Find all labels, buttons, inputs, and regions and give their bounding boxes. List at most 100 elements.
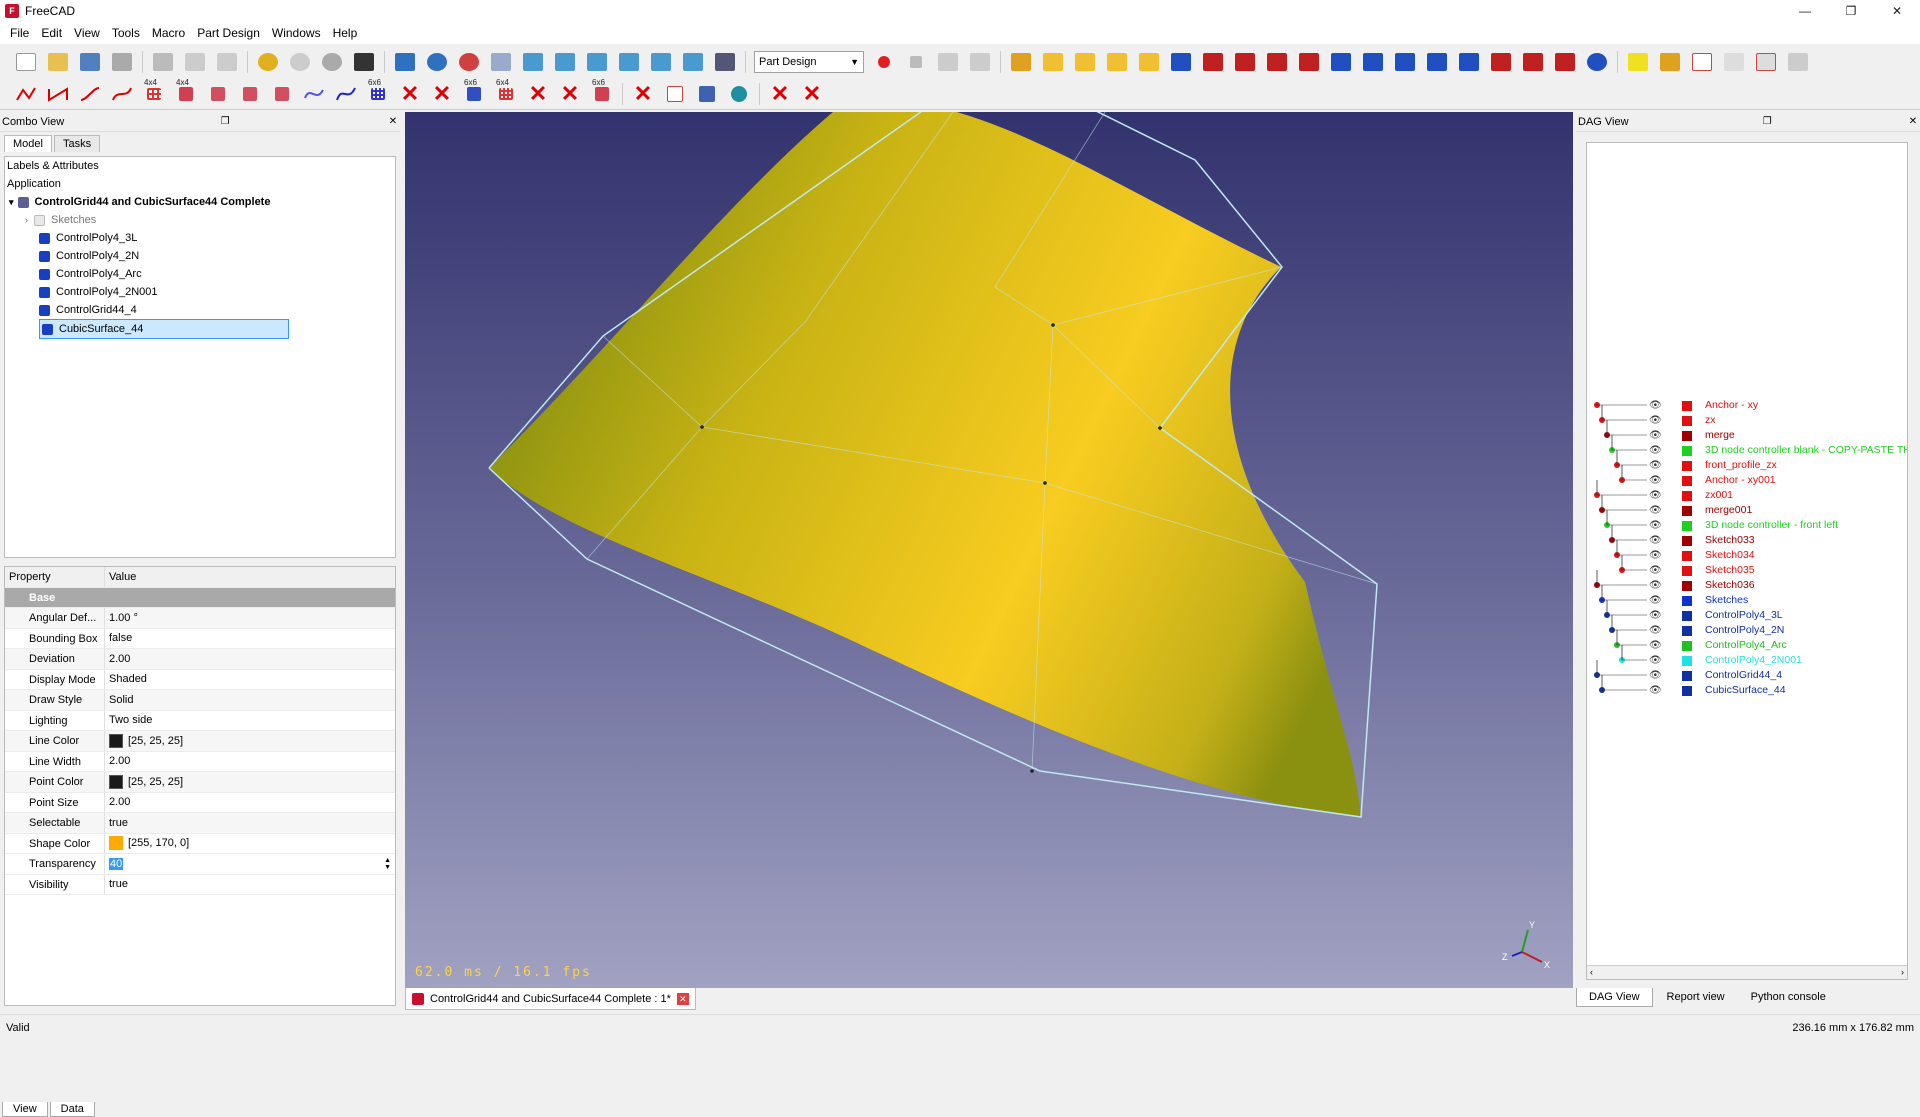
property-row[interactable]: Lighting Two side [5,710,395,731]
menu-view[interactable]: View [68,22,106,44]
property-row[interactable]: Line Color [25, 25, 25] [5,731,395,752]
dag-row[interactable]: 👁 Anchor - xy001 [1587,473,1907,488]
visibility-eye-icon[interactable]: 👁 [1649,488,1662,503]
property-value[interactable]: false [105,632,395,644]
control-point[interactable] [1043,481,1047,485]
property-row[interactable]: Point Color [25, 25, 25] [5,772,395,793]
cubic-surface[interactable] [489,112,1361,817]
body-button[interactable] [1007,49,1035,75]
save-button[interactable] [76,49,104,75]
dag-row[interactable]: 👁 zx [1587,413,1907,428]
visibility-eye-icon[interactable]: 👁 [1649,623,1662,638]
menu-help[interactable]: Help [327,22,364,44]
dag-row[interactable]: 👁 merge001 [1587,503,1907,518]
visibility-eye-icon[interactable]: 👁 [1649,473,1662,488]
visibility-eye-icon[interactable]: 👁 [1649,428,1662,443]
tab-dag-view[interactable]: DAG View [1576,988,1653,1007]
delete-7-button[interactable]: ✕ [798,81,826,107]
menu-macro[interactable]: Macro [146,22,191,44]
draw-style-button[interactable] [455,49,483,75]
undo-button[interactable] [254,49,282,75]
property-row[interactable]: Bounding Box false [5,628,395,649]
surface-tool-1-button[interactable] [204,81,232,107]
loft-button[interactable] [1103,49,1131,75]
surface-6x4-button[interactable]: 6x6 [588,78,616,107]
view-front-button[interactable] [519,49,547,75]
additive-primitive-button[interactable] [1135,49,1163,75]
property-row[interactable]: Deviation 2.00 [5,649,395,670]
property-row[interactable]: Angular Def... 1.00 ° [5,608,395,629]
spin-arrows-icon[interactable]: ▲ ▼ [384,857,391,871]
close-button[interactable]: ✕ [1874,0,1920,22]
menu-part-design[interactable]: Part Design [191,22,266,44]
property-row[interactable]: Selectable true [5,813,395,834]
property-value[interactable]: [25, 25, 25] [105,733,395,748]
cubic-curve-button[interactable] [76,81,104,107]
tab-tasks[interactable]: Tasks [53,135,101,152]
whats-this-button[interactable] [350,49,378,75]
horizontal-scrollbar[interactable]: ‹ › [1587,965,1907,979]
dag-row[interactable]: 👁 Sketches [1587,593,1907,608]
tree-item-controlpoly4-arc[interactable]: ControlPoly4_Arc [5,265,395,283]
grid-6x6-button[interactable]: 6x6 [364,78,392,107]
export-button[interactable] [1784,49,1812,75]
draft-button[interactable] [1519,49,1547,75]
view-rear-button[interactable] [615,49,643,75]
delete-1-button[interactable]: ✕ [396,81,424,107]
mirrored-button[interactable] [1327,49,1355,75]
macro-tool-4-button[interactable] [1720,49,1748,75]
visibility-eye-icon[interactable]: 👁 [1649,518,1662,533]
new-document-button[interactable] [12,49,40,75]
control-point[interactable] [1051,323,1055,327]
visibility-eye-icon[interactable]: 👁 [1649,593,1662,608]
hole-button[interactable] [1199,49,1227,75]
scene-canvas[interactable]: X Y Z [405,112,1573,988]
polar-pattern-button[interactable] [1391,49,1419,75]
delete-2-button[interactable]: ✕ [428,81,456,107]
property-value[interactable]: 2.00 [105,796,395,808]
scroll-right-icon[interactable]: › [1901,967,1904,977]
surface-tool-2-button[interactable] [236,81,264,107]
close-icon[interactable]: ✕ [676,992,689,1005]
chevron-right-icon[interactable]: › [25,215,28,225]
visibility-eye-icon[interactable]: 👁 [1649,503,1662,518]
copy-button[interactable] [181,49,209,75]
boolean-button[interactable] [1583,49,1611,75]
cubic-curve-2-button[interactable] [108,81,136,107]
tab-python-console[interactable]: Python console [1738,988,1838,1007]
property-value[interactable]: Solid [105,694,395,706]
dag-row[interactable]: 👁 ControlGrid44_4 [1587,668,1907,683]
dag-row[interactable]: 👁 zx001 [1587,488,1907,503]
property-row[interactable]: Point Size 2.00 [5,792,395,813]
property-value[interactable]: Shaded [105,673,395,685]
revolution-button[interactable] [1071,49,1099,75]
visibility-eye-icon[interactable]: 👁 [1649,578,1662,593]
3d-viewport[interactable]: X Y Z 62.0 ms / 16.1 fps [405,112,1573,988]
control-point[interactable] [1158,426,1162,430]
tree-document[interactable]: ▾ ControlGrid44 and CubicSurface44 Comple… [5,193,395,211]
grid-4x4-button[interactable]: 4x4 [140,78,168,107]
view-top-button[interactable] [551,49,579,75]
menu-edit[interactable]: Edit [35,22,68,44]
control-point[interactable] [700,425,704,429]
control-point[interactable] [1030,769,1034,773]
property-value[interactable]: true [105,878,395,890]
surface-4x4-button[interactable]: 4x4 [172,78,200,107]
float-icon[interactable]: ❐ [1760,116,1774,127]
visibility-eye-icon[interactable]: 👁 [1649,533,1662,548]
delete-3-button[interactable]: ✕ [524,81,552,107]
menu-file[interactable]: File [4,22,35,44]
tab-data[interactable]: Data [49,1102,95,1117]
visibility-eye-icon[interactable]: 👁 [1649,683,1662,698]
cut-button[interactable] [149,49,177,75]
property-value[interactable]: Two side [105,714,395,726]
tab-view[interactable]: View [2,1102,48,1117]
close-icon[interactable]: ✕ [386,116,400,127]
visibility-eye-icon[interactable]: 👁 [1649,653,1662,668]
view-iso-button[interactable] [487,49,515,75]
macro-tool-2-button[interactable] [1656,49,1684,75]
macro-tool-5-button[interactable] [1752,49,1780,75]
dag-row[interactable]: 👁 ControlPoly4_2N [1587,623,1907,638]
tree-item-controlpoly4-2n[interactable]: ControlPoly4_2N [5,247,395,265]
dag-row[interactable]: 👁 Anchor - xy [1587,398,1907,413]
